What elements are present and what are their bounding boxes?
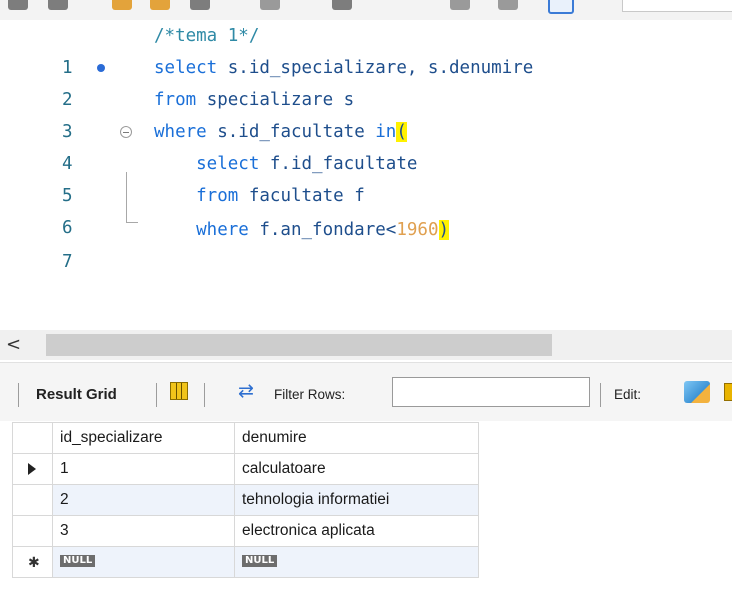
code-line: 7 where f.an_fondare<1960) xyxy=(0,214,732,272)
toolbar-separator xyxy=(18,383,19,407)
row-marker[interactable] xyxy=(12,453,53,485)
table-row[interactable]: 1 calculatoare xyxy=(12,453,479,485)
sql-editor[interactable]: 1 /*tema 1*/ 2 select s.id_specializare,… xyxy=(0,20,732,330)
code-line: 4 where s.id_facultate in( xyxy=(0,116,732,174)
code-line: 1 /*tema 1*/ xyxy=(0,20,732,78)
row-marker[interactable] xyxy=(12,484,53,516)
filter-rows-icon[interactable]: ⇄ xyxy=(238,381,254,401)
row-marker-header xyxy=(12,422,53,454)
grid-cell[interactable]: NULL xyxy=(234,546,479,578)
new-row[interactable]: ✱ NULL NULL xyxy=(12,546,479,578)
code-text: select s.id_specializare, s.denumire xyxy=(154,52,533,84)
code-text: where s.id_facultate in( xyxy=(154,116,407,148)
code-line: 3 from specializare s xyxy=(0,84,732,142)
code-token: where xyxy=(154,220,249,240)
filter-rows-label: Filter Rows: xyxy=(274,387,346,402)
null-badge: NULL xyxy=(242,555,278,567)
new-row-asterisk-icon: ✱ xyxy=(28,554,40,570)
code-token: f.an_fondare< xyxy=(248,220,397,240)
code-token: facultate f xyxy=(238,186,365,206)
toolbar-execute-icon[interactable] xyxy=(112,0,132,10)
toolbar-stop-icon[interactable] xyxy=(260,0,280,10)
toolbar-save-icon[interactable] xyxy=(48,0,68,10)
grid-cell[interactable]: 2 xyxy=(52,484,235,516)
column-header[interactable]: id_specializare xyxy=(52,422,235,454)
code-token: f.id_facultate xyxy=(259,154,418,174)
result-toolbar: Result Grid ⇄ Filter Rows: Edit: xyxy=(0,362,732,421)
code-token: where xyxy=(154,122,207,142)
toolbar-autocommit-icon[interactable] xyxy=(498,0,518,10)
code-text: from facultate f xyxy=(154,180,365,212)
table-row[interactable]: 2 tehnologia informatiei xyxy=(12,484,479,516)
code-token: from xyxy=(154,90,197,110)
code-token: s.id_specializare, s.denumire xyxy=(217,58,534,78)
code-token: select xyxy=(154,154,260,174)
code-token: ) xyxy=(438,220,450,240)
column-header[interactable]: denumire xyxy=(234,422,479,454)
fold-guide-end xyxy=(126,222,138,223)
export-grid-icon[interactable] xyxy=(724,383,732,401)
row-marker[interactable]: ✱ xyxy=(12,546,53,578)
code-token: in xyxy=(375,122,397,142)
fold-guide xyxy=(126,172,127,222)
line-number: 7 xyxy=(62,252,73,272)
null-badge: NULL xyxy=(60,555,96,567)
grid-cell[interactable]: NULL xyxy=(52,546,235,578)
code-text: where f.an_fondare<1960) xyxy=(154,214,450,246)
grid-cell[interactable]: calculatoare xyxy=(234,453,479,485)
code-line: 2 select s.id_specializare, s.denumire xyxy=(0,52,732,110)
toolbar-execute-current-icon[interactable] xyxy=(150,0,170,10)
code-token: ( xyxy=(396,122,407,142)
edit-pencil-icon[interactable] xyxy=(684,381,710,403)
code-token: /*tema 1*/ xyxy=(154,26,260,46)
code-text: select f.id_facultate xyxy=(154,148,417,180)
result-grid-tab[interactable]: Result Grid xyxy=(36,383,117,407)
toolbar-separator xyxy=(156,383,157,407)
code-token: from xyxy=(154,186,239,206)
code-text: from specializare s xyxy=(154,84,354,116)
grid-cell[interactable]: 1 xyxy=(52,453,235,485)
toolbar-open-icon[interactable] xyxy=(8,0,28,10)
grid-cell[interactable]: 3 xyxy=(52,515,235,547)
result-grid-icon[interactable] xyxy=(170,382,188,400)
code-line: 6 from facultate f xyxy=(0,180,732,238)
code-text: /*tema 1*/ xyxy=(154,20,259,52)
grid-cell[interactable]: tehnologia informatiei xyxy=(234,484,479,516)
toolbar-limit-icon[interactable] xyxy=(548,0,574,14)
toolbar-rollback-icon[interactable] xyxy=(450,0,470,10)
code-token: 1960 xyxy=(396,220,439,240)
main-toolbar xyxy=(0,0,732,20)
current-row-arrow-icon xyxy=(28,463,36,475)
edit-label: Edit: xyxy=(614,387,642,402)
statement-marker-icon xyxy=(97,64,105,72)
scroll-left-arrow-icon[interactable]: < xyxy=(6,334,26,356)
code-token: select xyxy=(154,58,218,78)
grid-cell[interactable]: electronica aplicata xyxy=(234,515,479,547)
result-grid: id_specializare denumire 1 calculatoare … xyxy=(12,422,479,578)
toolbar-separator xyxy=(204,383,205,407)
filter-rows-input[interactable] xyxy=(392,377,590,407)
row-marker[interactable] xyxy=(12,515,53,547)
scroll-thumb[interactable] xyxy=(46,334,552,356)
toolbar-limit-select[interactable] xyxy=(622,0,732,12)
grid-header-row: id_specializare denumire xyxy=(12,422,479,454)
code-line: 5 select f.id_facultate xyxy=(0,148,732,206)
table-row[interactable]: 3 electronica aplicata xyxy=(12,515,479,547)
editor-horizontal-scrollbar[interactable]: < xyxy=(0,330,732,360)
toolbar-commit-icon[interactable] xyxy=(332,0,352,10)
code-token: specializare s xyxy=(196,90,355,110)
toolbar-explain-icon[interactable] xyxy=(190,0,210,10)
toolbar-separator xyxy=(600,383,601,407)
code-token: s.id_facultate xyxy=(206,122,376,142)
fold-toggle-icon[interactable] xyxy=(120,126,132,138)
